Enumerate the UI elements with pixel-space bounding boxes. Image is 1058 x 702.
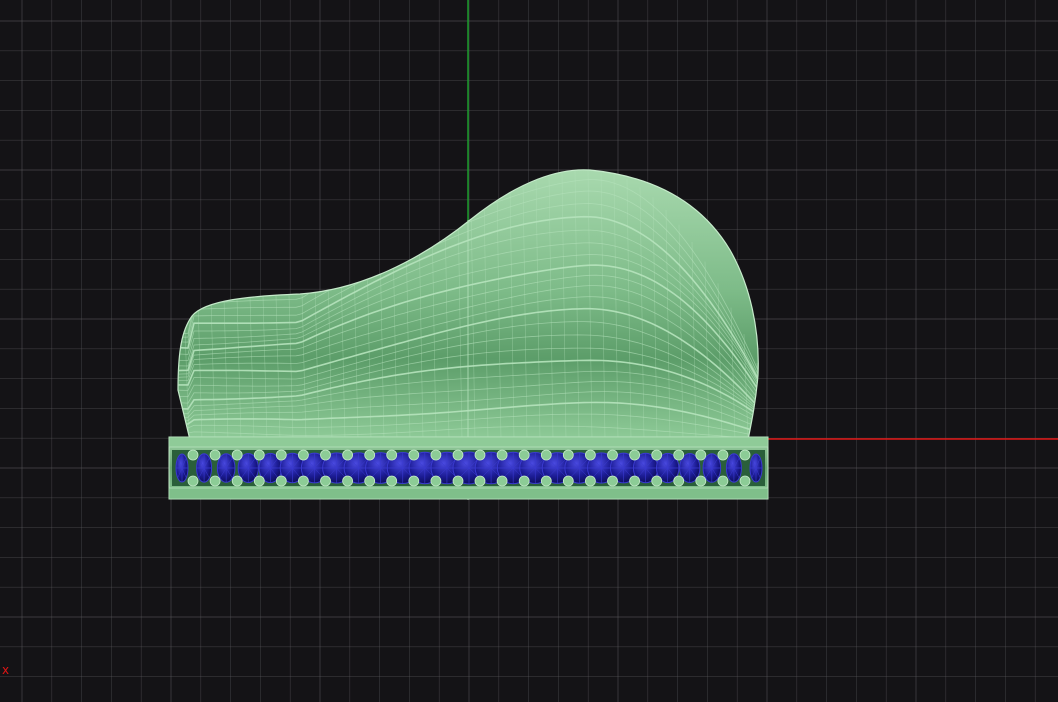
prong-bottom (651, 475, 663, 487)
prong-bottom (585, 475, 596, 487)
prong-bottom (518, 475, 530, 487)
prong-bottom (364, 475, 376, 487)
prong-top (253, 449, 265, 461)
gem (196, 453, 213, 483)
prong-top (452, 449, 464, 461)
prong-bottom (739, 475, 751, 487)
prong-top (607, 449, 618, 461)
prong-top (562, 449, 574, 461)
gem (175, 453, 189, 483)
prong-bottom (496, 475, 508, 487)
prong-top (518, 449, 530, 461)
prong-bottom (342, 475, 354, 487)
prong-bottom (562, 475, 574, 487)
viewport-canvas[interactable] (0, 0, 1058, 702)
prong-top (585, 449, 596, 461)
prong-top (231, 449, 243, 461)
prong-top (320, 449, 331, 461)
prong-bottom (253, 475, 265, 487)
prong-top (408, 449, 420, 461)
prong-bottom (673, 475, 685, 487)
prong-bottom (297, 475, 309, 487)
prong-top (209, 449, 221, 461)
prong-bottom (629, 475, 640, 487)
prong-top (496, 449, 508, 461)
prong-top (430, 449, 442, 461)
prong-bottom (474, 475, 486, 487)
prong-bottom (231, 475, 243, 487)
prong-top (651, 449, 663, 461)
band-top-rail (168, 436, 769, 448)
prong-bottom (430, 475, 442, 487)
gem (216, 453, 236, 483)
prong-bottom (717, 475, 729, 487)
gem (725, 453, 742, 483)
band-bottom-rail (168, 487, 769, 500)
3d-viewport[interactable]: x (0, 0, 1058, 702)
prong-top (540, 449, 552, 461)
prong-bottom (607, 475, 618, 487)
prong-top (386, 449, 398, 461)
axis-indicator-x: x (2, 663, 10, 677)
prong-top (695, 449, 707, 461)
prong-bottom (209, 475, 221, 487)
prong-top (364, 449, 376, 461)
prong-top (739, 449, 751, 461)
prong-top (673, 449, 685, 461)
shank-section-line (756, 362, 759, 440)
prong-bottom (320, 475, 331, 487)
prong-bottom (540, 475, 552, 487)
prong-top (717, 449, 729, 461)
prong-top (629, 449, 640, 461)
prong-bottom (695, 475, 707, 487)
prong-bottom (275, 475, 287, 487)
prong-bottom (408, 475, 420, 487)
prong-top (297, 449, 309, 461)
prong-bottom (187, 475, 199, 487)
gem (749, 453, 763, 483)
prong-bottom (452, 475, 464, 487)
prong-bottom (386, 475, 398, 487)
prong-top (275, 449, 287, 461)
gem (702, 453, 722, 483)
prong-top (187, 449, 199, 461)
gem-band[interactable] (168, 436, 769, 500)
prong-top (474, 449, 486, 461)
prong-top (342, 449, 354, 461)
